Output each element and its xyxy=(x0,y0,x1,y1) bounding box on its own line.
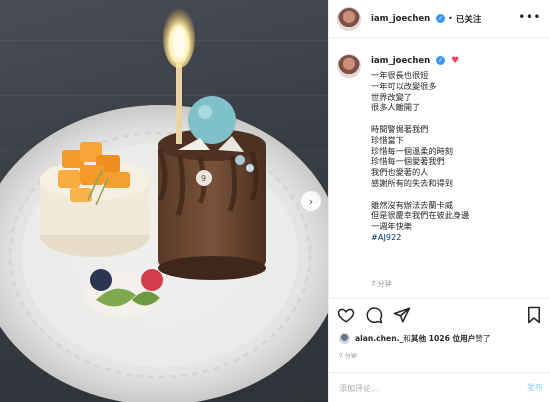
blue-ball-decoration xyxy=(188,96,236,144)
caption-line: 我們也愛著的人 xyxy=(371,167,429,178)
post-comment-button[interactable]: 发布 xyxy=(527,382,543,393)
next-photo-button[interactable]: › xyxy=(301,191,321,211)
caption-username: iam_joechen ✓ ♥ xyxy=(371,56,459,66)
svg-text:9: 9 xyxy=(201,174,206,183)
action-bar xyxy=(329,298,550,334)
post-header: iam_joechen ✓ • 已关注 ••• xyxy=(329,0,550,38)
cake-photo: 9 xyxy=(0,8,328,402)
verified-badge-icon: ✓ xyxy=(436,56,446,65)
separator-dot: • xyxy=(448,14,453,23)
comment-input[interactable] xyxy=(339,381,499,395)
add-comment-bar: 发布 xyxy=(329,372,550,402)
username-text[interactable]: iam_joechen xyxy=(371,14,430,24)
caption-line: 很多人離開了 xyxy=(371,102,421,113)
caption-line: 珍惜每一個愛著我們 xyxy=(371,156,445,167)
post-panel: iam_joechen ✓ • 已关注 ••• iam_joechen ✓ ♥ … xyxy=(328,0,550,402)
bookmark-icon[interactable] xyxy=(525,306,543,324)
caption-line: 世界改變了 xyxy=(371,91,412,102)
verified-badge-icon: ✓ xyxy=(436,13,446,23)
caption-line: 珍惜每一個溫柔的時刻 xyxy=(371,145,453,156)
caption-line: 一週年快樂 xyxy=(371,221,412,232)
hashtag-link[interactable]: #AJ922 xyxy=(371,232,547,243)
caption-line: 感謝所有的失去和得到 xyxy=(371,177,453,188)
caption-line: 雖然沒有辦法去蘭卡威 xyxy=(371,199,453,210)
likes-suffix: 赞了 xyxy=(475,333,491,343)
follow-status-button[interactable]: 已关注 xyxy=(456,13,482,25)
heart-emoji-icon: ♥ xyxy=(451,56,460,66)
comment-icon[interactable] xyxy=(365,306,383,324)
likes-count-link[interactable]: 其他 1026 位用户 xyxy=(411,333,475,344)
caption-line: 時間警惕著我們 xyxy=(371,123,429,134)
likes-connector: 和 xyxy=(403,333,411,343)
liker-username[interactable]: alan.chen._ xyxy=(355,334,403,343)
caption-time: 7 分钟 xyxy=(371,280,392,288)
caption-line: 珍惜當下 xyxy=(371,134,404,145)
avatar[interactable] xyxy=(337,54,361,78)
liker-avatar[interactable] xyxy=(339,332,350,344)
post-timestamp: 7 分钟 xyxy=(339,353,357,360)
caption-line: 但是很慶幸我們在彼此身邊 xyxy=(371,210,470,221)
candle xyxy=(176,64,182,144)
avatar[interactable] xyxy=(337,6,361,31)
more-icon[interactable]: ••• xyxy=(518,11,541,23)
header-username[interactable]: iam_joechen ✓ xyxy=(371,13,446,24)
like-heart-icon[interactable] xyxy=(337,306,355,324)
post-photo[interactable]: 9 › xyxy=(0,0,328,402)
caption-line: 一年可以改變很多 xyxy=(371,80,437,91)
caption-line: 一年很長也很短 xyxy=(371,70,429,80)
caption-text: 一年很長也很短 一年可以改變很多 世界改變了 很多人離開了 時間警惕著我們 珍惜… xyxy=(371,70,547,243)
share-icon[interactable] xyxy=(393,306,411,324)
username-text[interactable]: iam_joechen xyxy=(371,56,430,66)
likes-summary: alan.chen._ 和 其他 1026 位用户 赞了 xyxy=(339,331,549,345)
